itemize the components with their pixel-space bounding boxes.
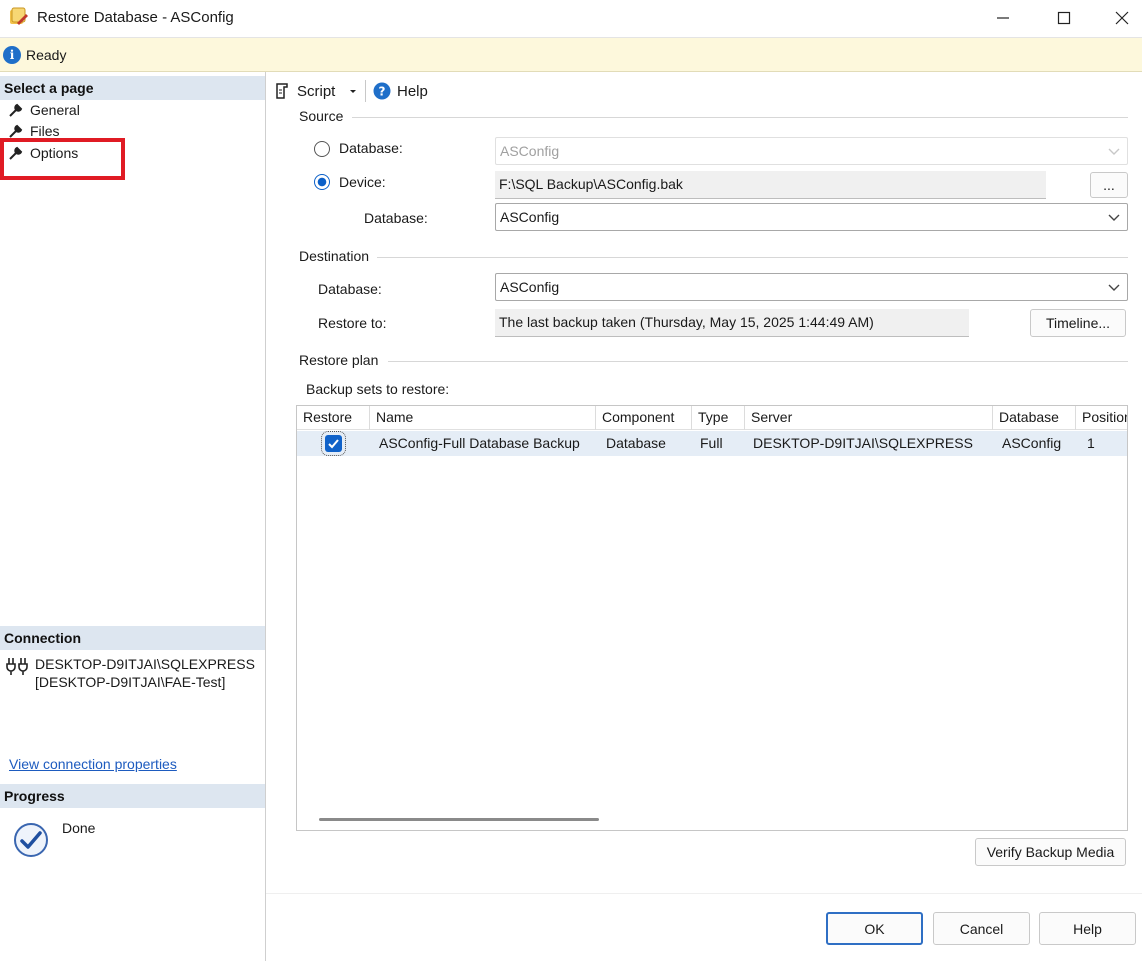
cell-database: ASConfig — [1002, 435, 1062, 451]
connection-text: DESKTOP-D9ITJAI\SQLEXPRESS [DESKTOP-D9IT… — [35, 656, 255, 690]
ok-button[interactable]: OK — [826, 912, 923, 945]
restore-plan-group-label: Restore plan — [299, 352, 379, 368]
cell-component: Database — [606, 435, 666, 451]
destination-divider — [377, 257, 1128, 258]
source-database-value: ASConfig — [500, 143, 560, 159]
device-path-field[interactable]: F:\SQL Backup\ASConfig.bak — [495, 171, 1046, 199]
column-header-database[interactable]: Database — [993, 406, 1076, 430]
options-highlight-box — [0, 138, 125, 180]
horizontal-scrollbar[interactable] — [319, 818, 599, 821]
dropdown-arrow-icon[interactable] — [347, 85, 359, 97]
connection-header: Connection — [0, 626, 265, 650]
minimize-button[interactable] — [980, 4, 1026, 32]
close-button[interactable] — [1099, 4, 1142, 32]
database-radio-label: Database: — [339, 140, 403, 156]
status-bar: i Ready — [0, 38, 1142, 72]
device-radio[interactable] — [314, 174, 330, 190]
destination-group-label: Destination — [299, 248, 370, 264]
restore-plan-divider — [388, 361, 1128, 362]
verify-backup-media-button[interactable]: Verify Backup Media — [975, 838, 1126, 866]
restore-to-value: The last backup taken (Thursday, May 15,… — [499, 314, 874, 330]
toolbar-separator — [365, 80, 366, 102]
script-label: Script — [297, 82, 336, 100]
device-radio-label: Device: — [339, 174, 386, 190]
server-connection-icon — [6, 658, 28, 675]
backup-sets-grid[interactable]: Restore Name Component Type Server Datab… — [296, 405, 1128, 831]
restore-to-field: The last backup taken (Thursday, May 15,… — [495, 309, 969, 337]
title-bar: Restore Database - ASConfig — [0, 0, 1142, 38]
column-header-restore[interactable]: Restore — [297, 406, 370, 430]
cell-type: Full — [700, 435, 723, 451]
svg-text:?: ? — [379, 85, 386, 99]
column-header-name[interactable]: Name — [370, 406, 596, 430]
maximize-icon — [1057, 11, 1071, 25]
progress-header: Progress — [0, 784, 265, 808]
status-text: Ready — [26, 47, 67, 63]
script-icon — [276, 83, 288, 99]
cell-name: ASConfig-Full Database Backup — [379, 435, 580, 451]
destination-database-select[interactable]: ASConfig — [495, 273, 1128, 301]
source-divider — [352, 117, 1128, 118]
device-database-select[interactable]: ASConfig — [495, 203, 1128, 231]
column-header-position[interactable]: Position — [1076, 406, 1127, 430]
sql-restore-icon — [10, 7, 28, 25]
chevron-down-icon — [1108, 214, 1120, 221]
chevron-down-icon — [1108, 148, 1120, 155]
grid-header: Restore Name Component Type Server Datab… — [297, 406, 1127, 430]
checkmark-icon — [328, 439, 339, 449]
device-path-value: F:\SQL Backup\ASConfig.bak — [499, 176, 683, 192]
table-row[interactable]: ASConfig-Full Database Backup Database F… — [297, 431, 1127, 456]
select-page-header: Select a page — [0, 76, 265, 100]
column-header-server[interactable]: Server — [745, 406, 993, 430]
cell-server: DESKTOP-D9ITJAI\SQLEXPRESS — [753, 435, 973, 451]
page-item-general[interactable]: General — [8, 100, 80, 120]
chevron-down-icon — [1108, 284, 1120, 291]
database-radio[interactable] — [314, 141, 330, 157]
browse-device-button[interactable]: ... — [1090, 172, 1128, 198]
page-item-label: Files — [30, 123, 60, 139]
source-database-select[interactable]: ASConfig — [495, 137, 1128, 165]
maximize-button[interactable] — [1041, 4, 1087, 32]
destination-database-value: ASConfig — [500, 279, 560, 295]
column-header-component[interactable]: Component — [596, 406, 692, 430]
restore-to-label: Restore to: — [318, 315, 387, 331]
device-database-value: ASConfig — [500, 209, 560, 225]
minimize-icon — [997, 17, 1009, 19]
window-title: Restore Database - ASConfig — [37, 9, 234, 26]
footer-separator — [266, 893, 1142, 894]
view-connection-properties-link[interactable]: View connection properties — [9, 756, 177, 772]
timeline-button[interactable]: Timeline... — [1030, 309, 1126, 337]
info-icon: i — [3, 46, 21, 64]
column-header-type[interactable]: Type — [692, 406, 745, 430]
page-item-label: General — [30, 102, 80, 118]
device-database-label: Database: — [364, 210, 428, 226]
destination-database-label: Database: — [318, 281, 382, 297]
help-icon: ? — [373, 82, 391, 100]
script-button[interactable]: Script — [273, 80, 359, 102]
cancel-button[interactable]: Cancel — [933, 912, 1030, 945]
checkmark-done-icon — [14, 823, 48, 857]
wrench-icon — [9, 103, 23, 117]
wrench-icon — [9, 124, 23, 138]
restore-checkbox[interactable] — [321, 431, 346, 456]
source-group-label: Source — [299, 108, 344, 124]
help-toolbar-button[interactable]: ? Help — [373, 80, 428, 102]
help-label: Help — [397, 82, 428, 100]
help-button[interactable]: Help — [1039, 912, 1136, 945]
backup-sets-label: Backup sets to restore: — [306, 381, 450, 397]
close-icon — [1115, 11, 1129, 25]
progress-status: Done — [62, 820, 96, 836]
cell-position: 1 — [1087, 435, 1095, 451]
